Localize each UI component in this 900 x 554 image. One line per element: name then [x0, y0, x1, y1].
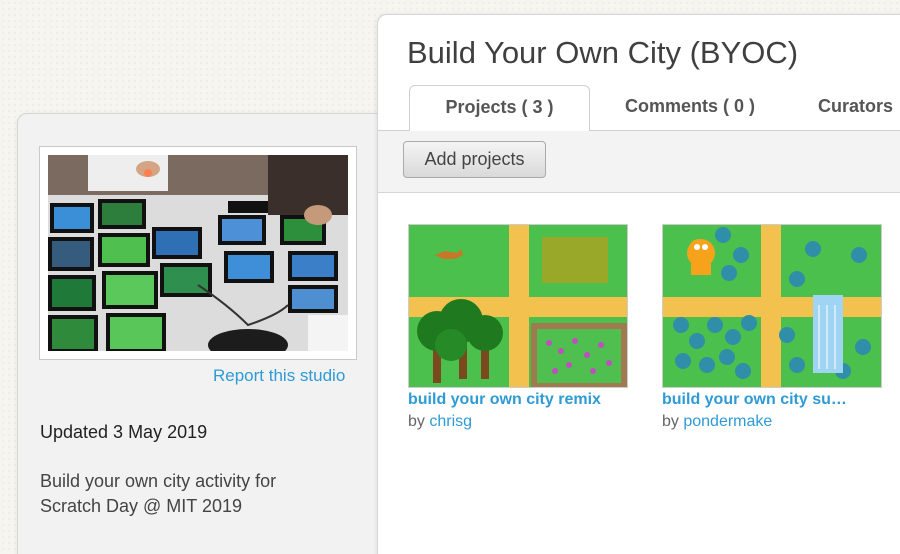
studio-tabs: Projects ( 3 ) Comments ( 0 ) Curators: [378, 85, 900, 132]
add-projects-button[interactable]: Add projects: [403, 141, 546, 178]
tab-comments[interactable]: Comments ( 0 ): [610, 85, 770, 131]
studio-sidebar: Report this studio Updated 3 May 2019 Bu…: [17, 113, 397, 554]
project-thumbnail[interactable]: [662, 224, 882, 388]
tab-projects[interactable]: Projects ( 3 ): [409, 85, 590, 132]
project-thumbnail[interactable]: [408, 224, 628, 388]
project-byline: by pondermake: [662, 413, 882, 431]
studio-main-panel: Build Your Own City (BYOC) Projects ( 3 …: [377, 14, 900, 554]
project-byline: by chrisg: [408, 413, 628, 431]
updated-date: Updated 3 May 2019: [40, 422, 208, 442]
project-author-link[interactable]: pondermake: [683, 413, 772, 430]
studio-description: Build your own city activity for Scratch…: [40, 471, 277, 516]
project-author-link[interactable]: chrisg: [429, 413, 472, 430]
byline-prefix: by: [408, 413, 430, 430]
project-title[interactable]: build your own city su…: [662, 391, 874, 409]
studio-thumbnail: [39, 146, 357, 360]
studio-thumbnail-image: [48, 155, 348, 351]
project-title[interactable]: build your own city remix: [408, 391, 620, 409]
tab-curators[interactable]: Curators: [818, 85, 900, 131]
byline-prefix: by: [662, 413, 684, 430]
project-card[interactable]: build your own city su… by pondermake: [662, 224, 882, 431]
project-card[interactable]: build your own city remix by chrisg: [408, 224, 628, 431]
projects-toolbar: Add projects: [378, 131, 900, 193]
studio-title: Build Your Own City (BYOC): [407, 35, 799, 70]
report-studio-link[interactable]: Report this studio: [213, 366, 345, 386]
